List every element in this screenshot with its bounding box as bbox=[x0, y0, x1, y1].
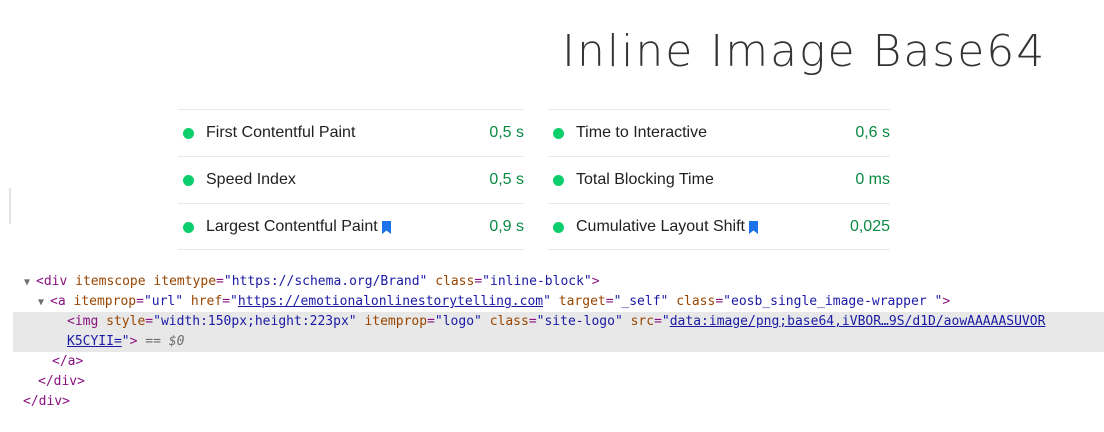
pass-status-icon bbox=[553, 174, 564, 186]
metric-row: Time to Interactive 0,6 s bbox=[548, 109, 890, 156]
metric-label: Time to Interactive bbox=[576, 124, 708, 141]
metric-row: Speed Index 0,5 s bbox=[178, 156, 524, 203]
metric-row: Largest Contentful Paint 0,9 s bbox=[178, 203, 524, 250]
metric-label: Cumulative Layout Shift bbox=[576, 218, 850, 236]
metrics-divider-left bbox=[178, 249, 524, 272]
dom-node-img[interactable]: <img style="width:150px;height:223px" it… bbox=[67, 312, 1045, 332]
expand-triangle-icon[interactable]: ▼ bbox=[24, 273, 36, 293]
expand-triangle-icon[interactable]: ▼ bbox=[38, 293, 50, 313]
scroll-indicator bbox=[9, 188, 11, 224]
metric-value: 0,9 s bbox=[489, 218, 524, 235]
pass-status-icon bbox=[183, 127, 194, 139]
selected-node-marker: == $0 bbox=[145, 334, 185, 349]
bookmark-icon[interactable] bbox=[381, 220, 391, 234]
metric-label: Speed Index bbox=[206, 171, 296, 188]
page-title: Inline Image Base64 bbox=[562, 26, 1047, 77]
metric-value: 0,6 s bbox=[855, 124, 890, 141]
src-link-continued[interactable]: K5CYII= bbox=[67, 334, 122, 349]
metrics-column-right: Time to Interactive 0,6 s Total Blocking… bbox=[548, 109, 890, 250]
metric-row: Cumulative Layout Shift 0,025 bbox=[548, 203, 890, 250]
dom-node-div[interactable]: ▼ <div itemscope itemtype="https://schema… bbox=[24, 272, 600, 292]
metric-row: Total Blocking Time 0 ms bbox=[548, 156, 890, 203]
src-link[interactable]: data:image/png;base64,iVBOR…9S/d1D/aowAA… bbox=[670, 314, 1046, 329]
metric-label: Total Blocking Time bbox=[576, 171, 714, 188]
metric-value: 0,5 s bbox=[489, 171, 524, 188]
dom-node-img-continued[interactable]: K5CYII="> == $0 bbox=[67, 332, 184, 352]
devtools-elements-panel: ▼ <div itemscope itemtype="https://schema… bbox=[0, 270, 1104, 432]
metric-value: 0,025 bbox=[849, 218, 890, 235]
metric-value: 0,5 s bbox=[489, 124, 524, 141]
pass-status-icon bbox=[183, 221, 194, 233]
metrics-divider-right bbox=[548, 249, 890, 272]
pass-status-icon bbox=[553, 127, 564, 139]
dom-node-a[interactable]: ▼ <a itemprop="url" href="https://emotion… bbox=[38, 292, 950, 312]
dom-node-div-close-outer[interactable]: </div> bbox=[23, 392, 70, 412]
metric-value: 0 ms bbox=[855, 171, 890, 188]
pass-status-icon bbox=[553, 221, 564, 233]
href-link[interactable]: https://emotionalonlinestorytelling.com bbox=[238, 294, 543, 309]
pass-status-icon bbox=[183, 174, 194, 186]
dom-node-a-close[interactable]: </a> bbox=[52, 352, 83, 372]
metric-label: Largest Contentful Paint bbox=[206, 218, 489, 236]
metrics-column-left: First Contentful Paint 0,5 s Speed Index… bbox=[178, 109, 524, 250]
bookmark-icon[interactable] bbox=[748, 220, 758, 234]
metric-row: First Contentful Paint 0,5 s bbox=[178, 109, 524, 156]
metric-label: First Contentful Paint bbox=[206, 124, 356, 141]
dom-node-div-close[interactable]: </div> bbox=[38, 372, 85, 392]
